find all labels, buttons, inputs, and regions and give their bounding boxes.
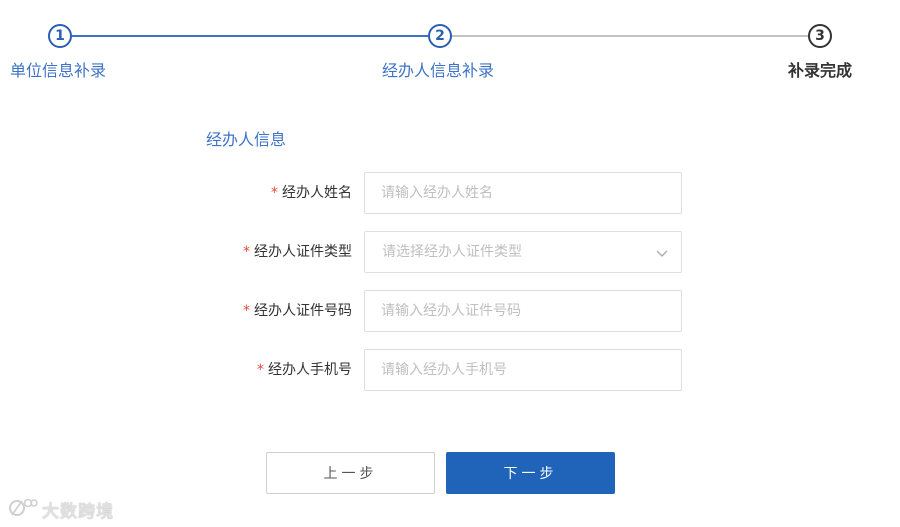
agent-phone-input[interactable] (364, 349, 682, 391)
step-connector-completed (72, 35, 428, 37)
chevron-down-icon (655, 245, 669, 259)
form-row-agent-name: * 经办人姓名 (160, 172, 700, 214)
agent-id-type-select[interactable]: 请选择经办人证件类型 (364, 231, 682, 273)
agent-name-input[interactable] (364, 172, 682, 214)
step-3-circle: 3 (808, 24, 832, 48)
agent-id-number-input[interactable] (364, 290, 682, 332)
agent-name-label: * 经办人姓名 (271, 172, 352, 214)
required-mark: * (271, 185, 278, 201)
agent-name-label-text: 经办人姓名 (282, 185, 352, 201)
agent-id-number-label-text: 经办人证件号码 (254, 303, 352, 319)
required-mark: * (243, 244, 250, 260)
step-3-label: 补录完成 (788, 61, 853, 80)
agent-phone-label-text: 经办人手机号 (268, 362, 352, 378)
required-mark: * (243, 303, 250, 319)
required-mark: * (257, 362, 264, 378)
agent-id-number-label: * 经办人证件号码 (243, 290, 352, 332)
watermark: 大数跨境 (8, 496, 114, 522)
form-row-agent-phone: * 经办人手机号 (160, 349, 700, 391)
agent-id-type-label: * 经办人证件类型 (243, 231, 352, 273)
step-connector-pending (452, 35, 808, 37)
previous-step-button[interactable]: 上一步 (266, 452, 435, 494)
step-2-circle: 2 (428, 24, 452, 48)
watermark-logo-icon (8, 495, 38, 523)
form-row-agent-id-type: * 经办人证件类型 请选择经办人证件类型 (160, 231, 700, 273)
section-title: 经办人信息 (206, 130, 287, 149)
step-1-circle: 1 (48, 24, 72, 48)
form-row-agent-id-number: * 经办人证件号码 (160, 290, 700, 332)
agent-id-type-label-text: 经办人证件类型 (254, 244, 352, 260)
agent-id-type-placeholder: 请选择经办人证件类型 (382, 244, 522, 260)
agent-phone-label: * 经办人手机号 (257, 349, 352, 391)
next-step-button[interactable]: 下一步 (446, 452, 615, 494)
step-2-label: 经办人信息补录 (382, 61, 495, 80)
page: 1 2 3 单位信息补录 经办人信息补录 补录完成 经办人信息 *经办人姓名 *… (0, 0, 900, 527)
watermark-text: 大数跨境 (42, 501, 114, 522)
step-1-label: 单位信息补录 (10, 61, 107, 80)
